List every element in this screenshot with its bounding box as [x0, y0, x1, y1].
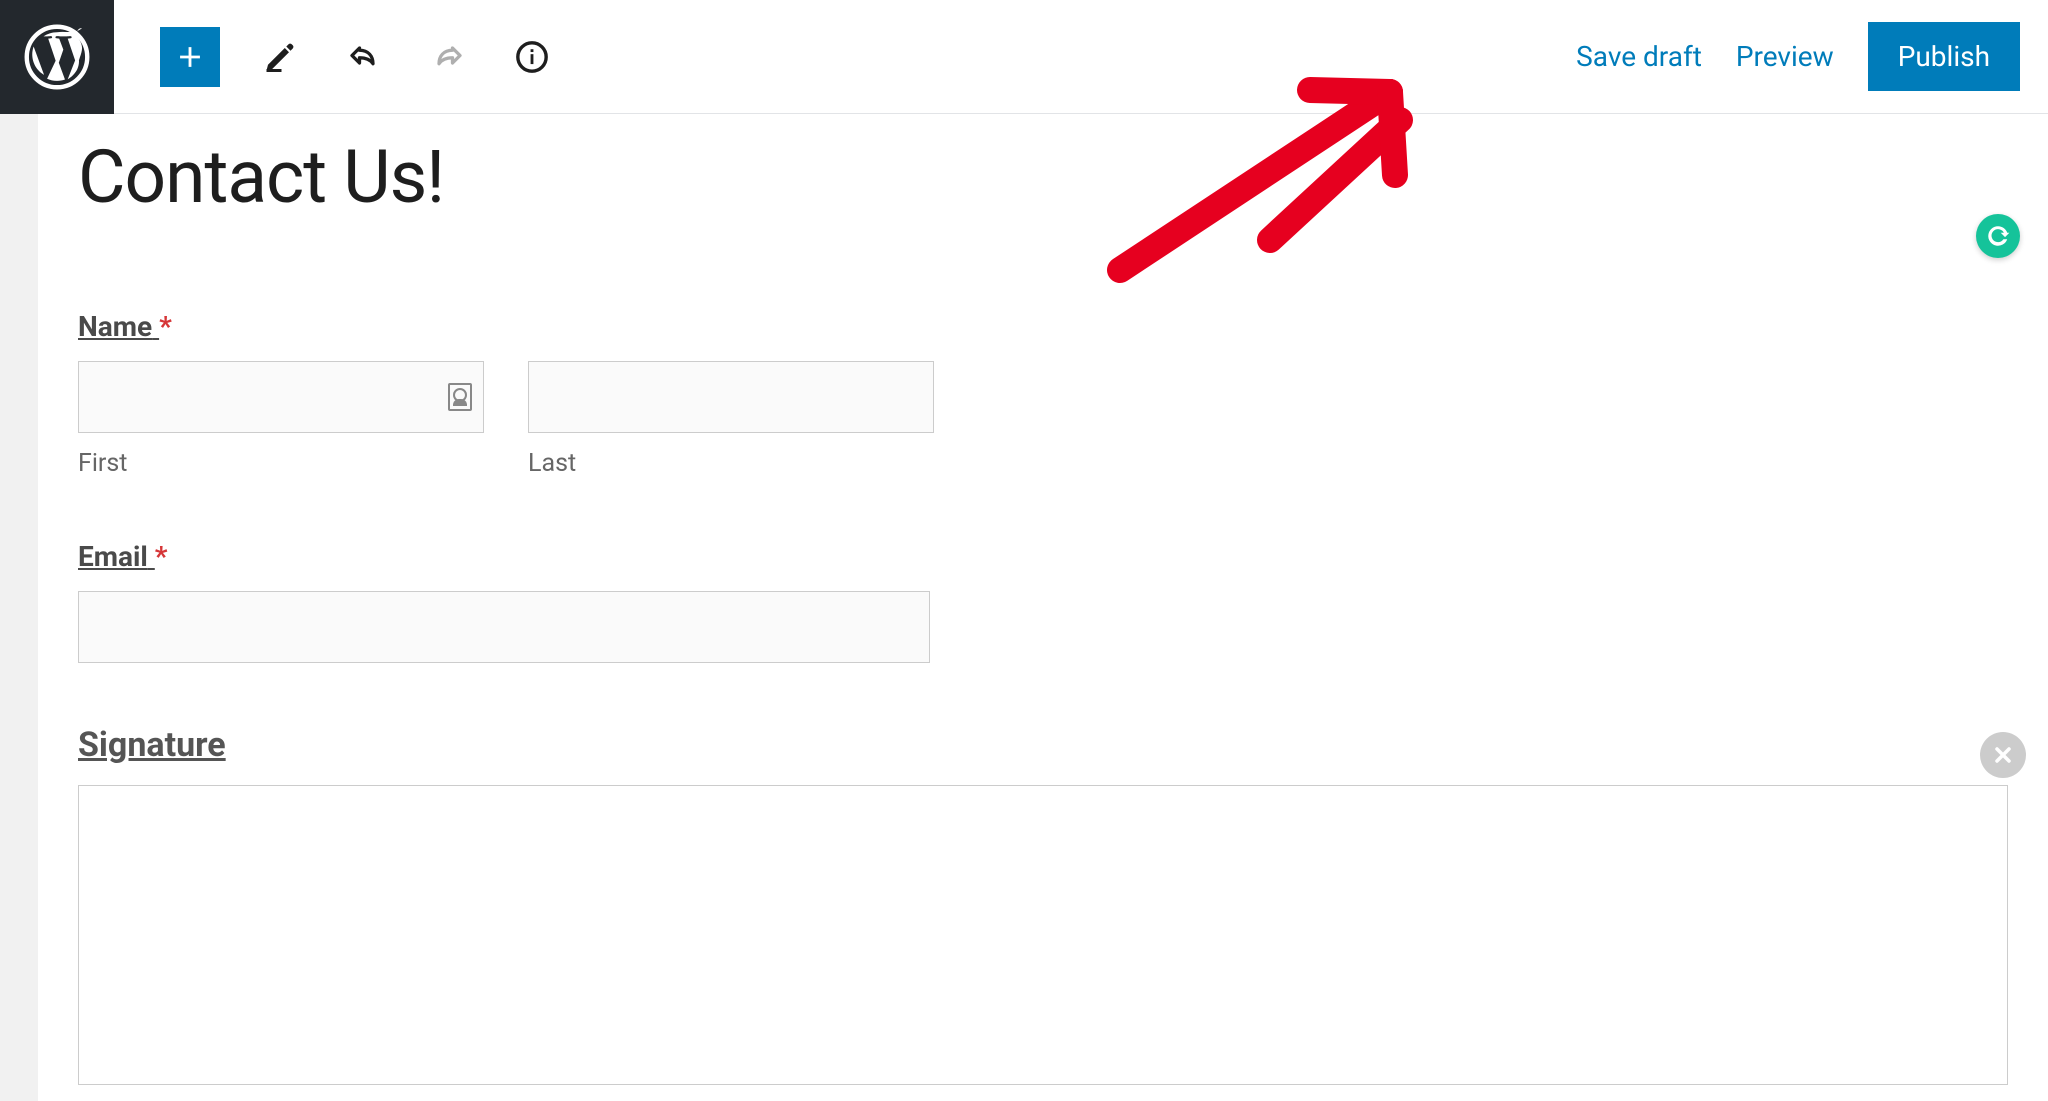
first-name-input[interactable] — [78, 361, 484, 433]
email-label: Email * — [78, 540, 168, 573]
toolbar-left — [114, 27, 556, 87]
toolbar-right: Save draft Preview Publish — [1576, 22, 2048, 91]
undo-icon — [346, 39, 382, 75]
wordpress-logo[interactable] — [0, 0, 114, 114]
first-name-sublabel: First — [78, 449, 484, 478]
name-field-group: Name * First Last — [78, 310, 2008, 478]
email-input[interactable] — [78, 591, 930, 663]
email-label-text: Email — [78, 540, 148, 573]
plus-icon — [173, 40, 207, 74]
editor-topbar: Save draft Preview Publish — [0, 0, 2048, 114]
name-label: Name * — [78, 310, 172, 343]
autofill-contact-icon[interactable] — [448, 383, 472, 411]
edit-mode-button[interactable] — [256, 33, 304, 81]
signature-label: Signature — [78, 725, 226, 765]
add-block-button[interactable] — [160, 27, 220, 87]
grammarly-icon — [1985, 223, 2011, 249]
signature-field-group: Signature — [78, 725, 2008, 1085]
info-icon — [515, 40, 549, 74]
dismiss-button[interactable] — [1980, 732, 2026, 778]
page-content: Contact Us! Name * First Last — [38, 114, 2048, 1101]
grammarly-button[interactable] — [1976, 214, 2020, 258]
publish-button[interactable]: Publish — [1868, 22, 2020, 91]
redo-icon — [430, 39, 466, 75]
undo-button[interactable] — [340, 33, 388, 81]
info-button[interactable] — [508, 33, 556, 81]
close-icon — [1991, 743, 2015, 767]
wordpress-logo-icon — [24, 24, 90, 90]
required-asterisk: * — [159, 310, 172, 343]
last-name-sublabel: Last — [528, 449, 934, 478]
preview-button[interactable]: Preview — [1736, 40, 1834, 73]
required-asterisk: * — [155, 540, 168, 573]
page-title[interactable]: Contact Us! — [78, 134, 2008, 220]
save-draft-button[interactable]: Save draft — [1576, 40, 1702, 73]
last-name-input[interactable] — [528, 361, 934, 433]
name-label-text: Name — [78, 310, 152, 343]
editor-canvas: Contact Us! Name * First Last — [0, 114, 2048, 1101]
pencil-icon — [262, 39, 298, 75]
email-field-group: Email * — [78, 540, 2008, 663]
signature-pad[interactable] — [78, 785, 2008, 1085]
redo-button — [424, 33, 472, 81]
